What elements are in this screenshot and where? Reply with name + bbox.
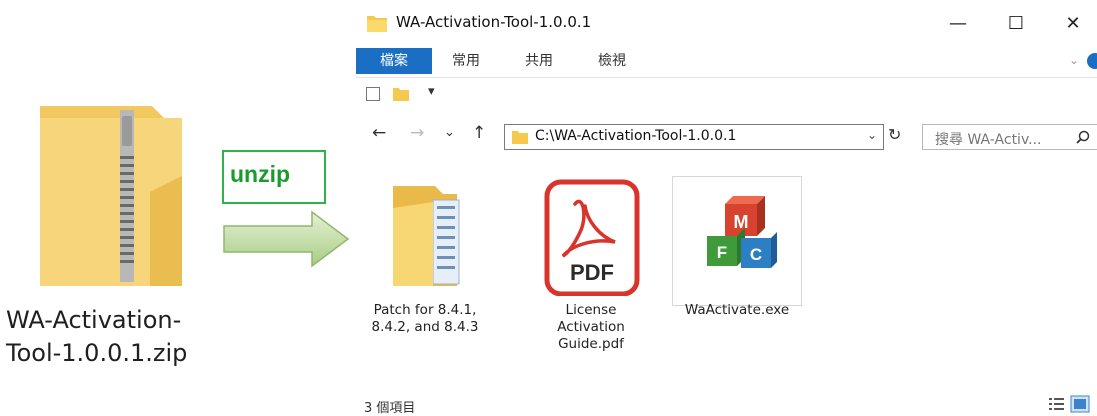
folder-icon	[393, 186, 460, 286]
folder-item-label: Patch for 8.4.1, 8.4.2, and 8.4.3	[370, 302, 480, 336]
qat-dropdown-icon[interactable]: ▾	[428, 84, 435, 99]
ribbon-collapse-icon[interactable]: ⌄	[1069, 53, 1079, 67]
exe-file-item[interactable]: M F C WaActivate.exe	[682, 176, 792, 319]
mfc-letter-c: C	[750, 245, 762, 264]
tab-share[interactable]: 共用	[519, 48, 559, 74]
mfc-app-icon: M F C	[707, 196, 777, 268]
search-placeholder: 搜尋 WA-Activ...	[935, 132, 1042, 148]
title-bar[interactable]: WA-Activation-Tool-1.0.0.1 — ☐ ✕	[356, 0, 1097, 45]
pdf-file-label: License Activation Guide.pdf	[536, 302, 646, 353]
mfc-letter-m: M	[734, 212, 749, 232]
minimize-button[interactable]: —	[938, 8, 978, 38]
address-dropdown-icon[interactable]: ⌄	[867, 128, 877, 142]
properties-check-icon[interactable]	[366, 87, 380, 101]
new-folder-icon[interactable]	[392, 86, 410, 102]
zip-file-name-line2: Tool-1.0.0.1.zip	[6, 339, 188, 367]
tab-home[interactable]: 常用	[446, 48, 486, 74]
view-mode-icons[interactable]	[1045, 395, 1093, 413]
window-title: WA-Activation-Tool-1.0.0.1	[396, 13, 592, 31]
up-icon[interactable]: ↑	[472, 123, 486, 143]
pdf-file-item[interactable]: PDF License Activation Guide.pdf	[536, 176, 646, 353]
back-icon[interactable]: ←	[372, 123, 386, 143]
navigation-bar: ← → ⌄ ↑ C:\WA-Activation-Tool-1.0.0.1 ⌄ …	[356, 113, 1097, 157]
unzip-label-box: unzip	[222, 150, 326, 204]
explorer-window: WA-Activation-Tool-1.0.0.1 — ☐ ✕ 檔案 常用 共…	[356, 0, 1097, 416]
close-button[interactable]: ✕	[1053, 8, 1093, 38]
quick-access-toolbar: ▾	[356, 78, 1097, 112]
status-bar: 3 個項目	[356, 395, 1097, 416]
exe-file-label: WaActivate.exe	[682, 302, 792, 319]
pdf-file-label-line3: Guide.pdf	[558, 336, 624, 352]
folder-item[interactable]: Patch for 8.4.1, 8.4.2, and 8.4.3	[370, 176, 480, 336]
pdf-file-label-line1: License	[565, 302, 617, 318]
folder-icon	[367, 16, 387, 32]
tab-view[interactable]: 檢視	[592, 48, 632, 74]
pdf-badge-text: PDF	[570, 260, 614, 285]
search-input[interactable]: 搜尋 WA-Activ...	[922, 124, 1097, 150]
recent-locations-icon[interactable]: ⌄	[444, 125, 455, 140]
address-bar[interactable]: C:\WA-Activation-Tool-1.0.0.1 ⌄	[504, 124, 884, 150]
item-count: 3 個項目	[364, 401, 416, 416]
folder-item-label-line2: 8.4.2, and 8.4.3	[371, 319, 479, 335]
folder-icon	[512, 131, 528, 144]
refresh-icon[interactable]: ↻	[888, 125, 901, 144]
forward-icon[interactable]: →	[410, 123, 424, 143]
right-arrow-icon	[223, 210, 350, 268]
unzip-label: unzip	[230, 161, 291, 187]
mfc-letter-f: F	[717, 243, 727, 262]
tab-file[interactable]: 檔案	[356, 48, 432, 74]
folder-item-label-line1: Patch for 8.4.1,	[373, 302, 477, 318]
maximize-button[interactable]: ☐	[996, 8, 1036, 38]
pdf-icon: PDF	[544, 179, 640, 296]
exe-file-label-line1: WaActivate.exe	[684, 302, 790, 318]
ribbon-tabs: 檔案 常用 共用 檢視 ⌄	[356, 45, 1097, 78]
pdf-file-label-line2: Activation	[557, 319, 625, 335]
address-path: C:\WA-Activation-Tool-1.0.0.1	[535, 128, 737, 144]
search-icon[interactable]	[1075, 129, 1091, 145]
zip-file-name-line1: WA-Activation-	[6, 306, 182, 334]
zip-folder-icon[interactable]	[32, 96, 192, 292]
zip-file-name: WA-Activation- Tool-1.0.0.1.zip	[6, 304, 226, 370]
help-icon[interactable]	[1087, 53, 1097, 69]
